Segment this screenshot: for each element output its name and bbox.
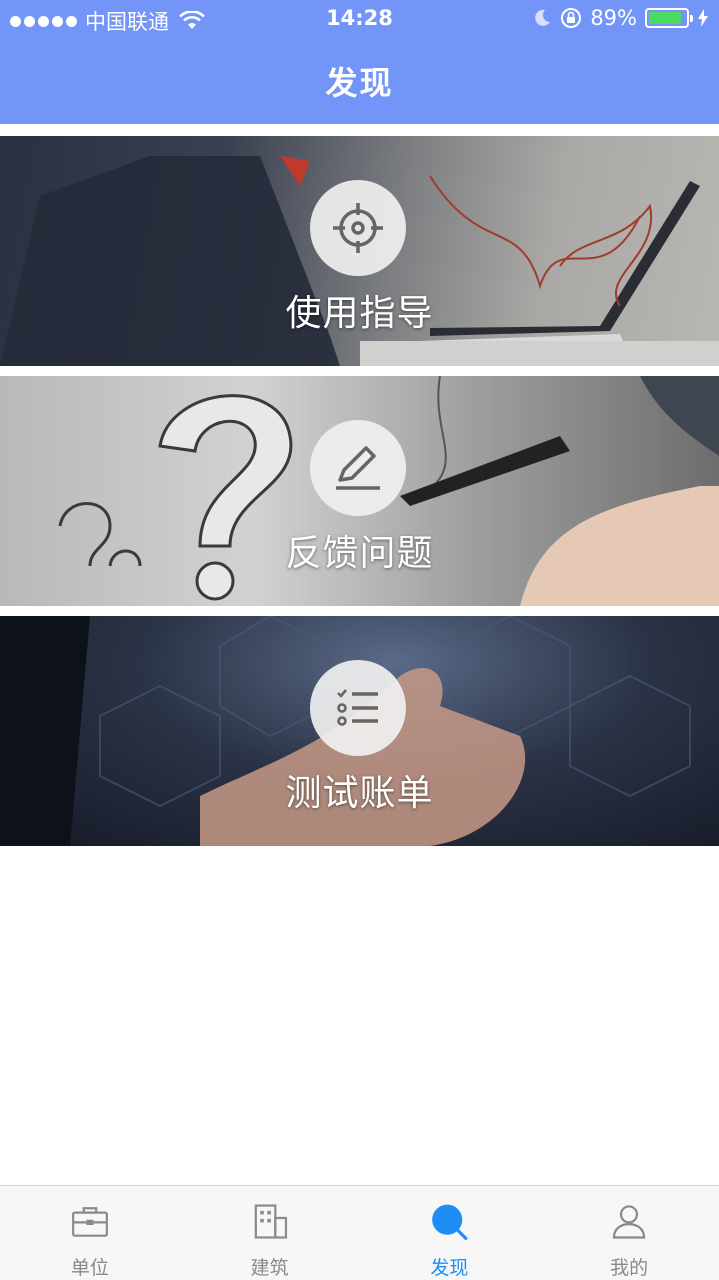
tab-mine-label: 我的 <box>610 1257 649 1279</box>
checklist-icon <box>337 689 378 726</box>
tab-unit-label: 单位 <box>70 1257 109 1279</box>
tab-discover[interactable]: 发现 <box>360 1186 540 1280</box>
test-bill-icon-circle <box>310 660 406 756</box>
tab-mine[interactable]: 我的 <box>539 1186 719 1280</box>
battery-level <box>649 12 682 24</box>
feedback-icon-circle <box>310 420 406 516</box>
page-title: 发现 <box>325 64 394 102</box>
guide-icon-circle <box>310 180 406 276</box>
user-icon <box>612 1205 646 1239</box>
header: 中国联通 14:28 89% 发现 <box>0 0 719 124</box>
briefcase-icon <box>71 1207 108 1237</box>
building-icon <box>254 1204 287 1239</box>
pen-icon <box>336 446 380 490</box>
tab-building-label: 建筑 <box>250 1257 289 1279</box>
moon-icon <box>535 9 551 26</box>
guide-card[interactable]: 使用指导 <box>0 136 719 366</box>
feedback-card[interactable]: 反馈问题 <box>0 376 719 606</box>
guide-card-label: 使用指导 <box>285 293 434 334</box>
battery-icon <box>645 8 693 28</box>
test-bill-card[interactable]: 测试账单 <box>0 616 719 846</box>
test-bill-card-label: 测试账单 <box>285 773 434 814</box>
tab-bar: 单位 建筑 发现 我的 <box>0 1185 719 1280</box>
battery-percent: 89% <box>590 6 637 30</box>
charging-icon <box>698 9 708 27</box>
tab-building[interactable]: 建筑 <box>180 1186 360 1280</box>
discover-screen: 中国联通 14:28 89% 发现 使用指导 反馈问题 测试账单 单位 建筑 发… <box>0 0 719 1280</box>
status-right: 89% <box>532 6 709 30</box>
feedback-card-label: 反馈问题 <box>285 533 434 574</box>
tab-unit[interactable]: 单位 <box>0 1186 180 1280</box>
search-icon <box>432 1204 468 1240</box>
tab-discover-label: 发现 <box>430 1257 469 1279</box>
status-bar: 中国联通 14:28 89% <box>0 0 719 40</box>
crosshair-icon <box>333 203 383 253</box>
rotation-lock-icon <box>561 8 582 28</box>
